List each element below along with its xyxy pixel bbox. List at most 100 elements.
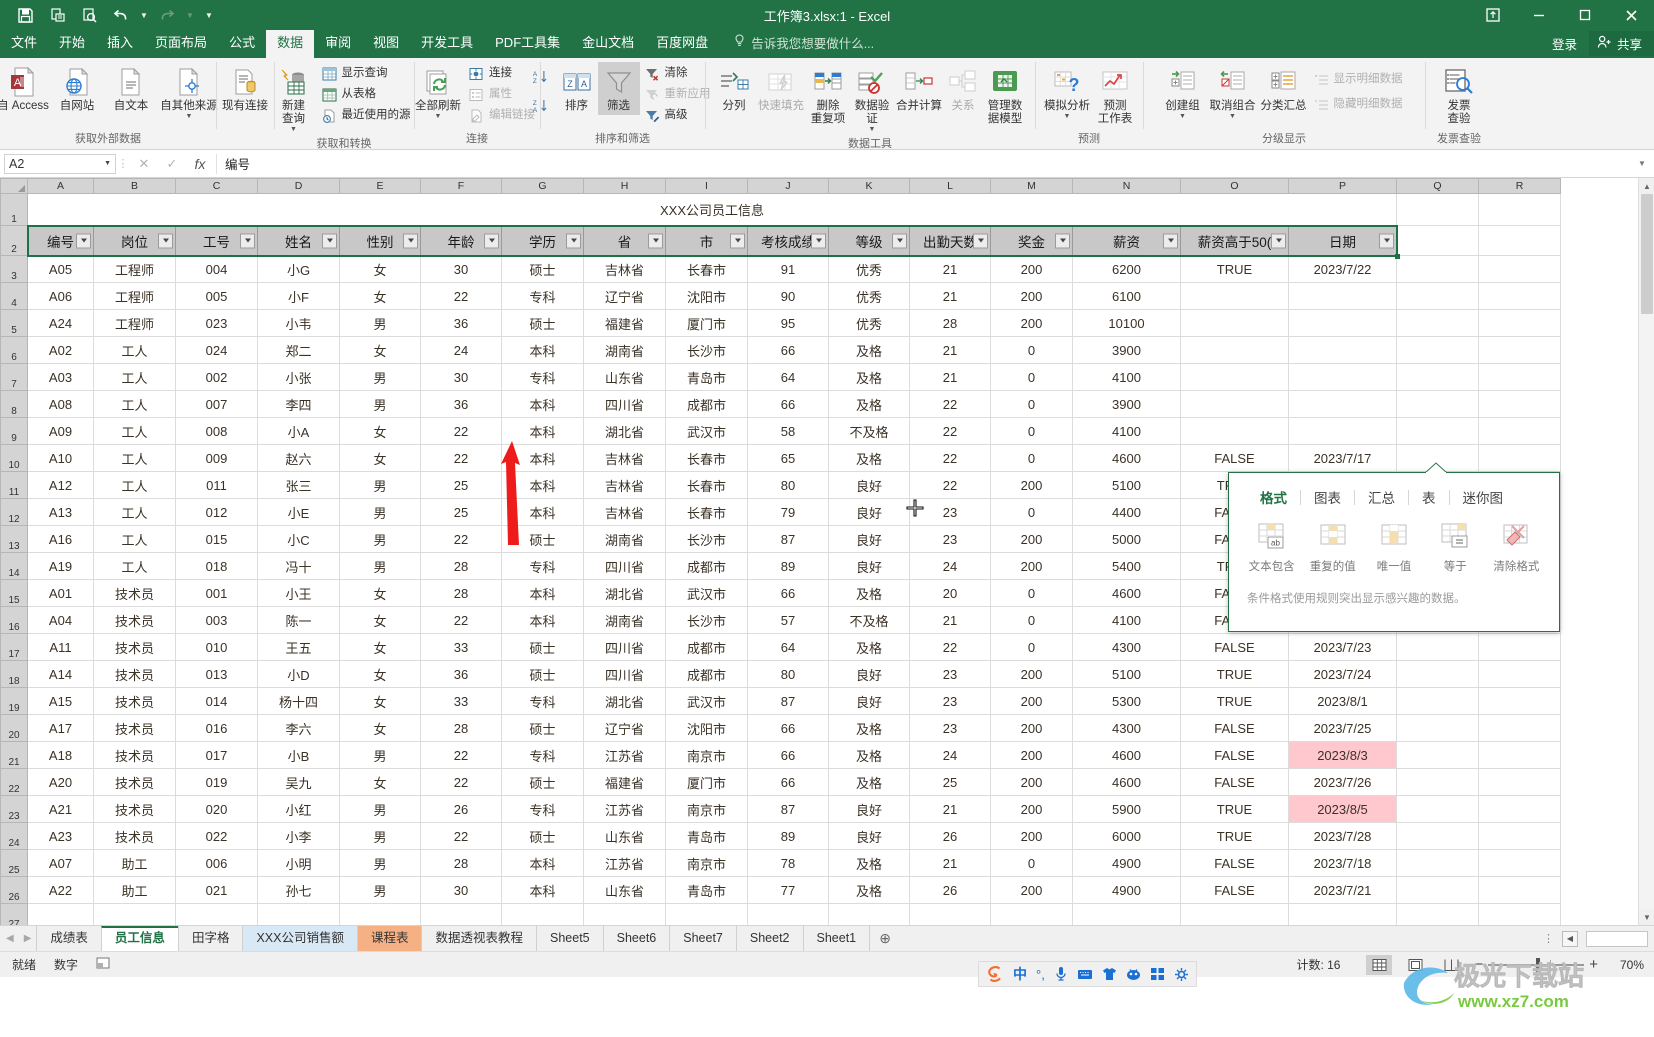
table-cell[interactable]: 优秀 [828, 309, 910, 337]
table-cell[interactable]: 工人 [93, 471, 176, 499]
table-cell[interactable]: 2023/7/21 [1288, 876, 1397, 904]
table-cell[interactable]: FALSE [1180, 444, 1289, 472]
table-cell[interactable]: 66 [747, 390, 829, 418]
table-cell[interactable]: 本科 [501, 336, 584, 364]
filter-dropdown-icon[interactable] [1055, 233, 1070, 248]
table-cell[interactable]: 湖南省 [583, 336, 666, 364]
cell-R[interactable] [1478, 741, 1561, 769]
table-cell[interactable]: 技术员 [93, 660, 176, 688]
table-cell[interactable]: 58 [747, 417, 829, 445]
empty-cell[interactable] [665, 903, 748, 925]
zoom-track[interactable] [1488, 957, 1585, 972]
table-cell[interactable]: 2023/7/28 [1288, 822, 1397, 850]
row-header-23[interactable]: 23 [0, 795, 28, 823]
column-header-M[interactable]: M [990, 178, 1073, 194]
table-header-cell[interactable]: 编号 [27, 225, 94, 256]
table-cell[interactable]: 郑二 [257, 336, 340, 364]
cell-Q2[interactable] [1396, 225, 1479, 256]
cell-R2[interactable] [1478, 225, 1561, 256]
table-cell[interactable]: A22 [27, 876, 94, 904]
table-cell[interactable]: 本科 [501, 471, 584, 499]
table-cell[interactable]: 001 [175, 579, 258, 607]
name-box[interactable]: A2 ▼ [4, 153, 116, 174]
table-cell[interactable]: 男 [339, 363, 421, 391]
filter-dropdown-icon[interactable] [811, 233, 826, 248]
column-header-F[interactable]: F [420, 178, 502, 194]
share-button[interactable]: 共享 [1588, 31, 1654, 56]
hide-detail-button[interactable]: 隐藏明细数据 [1311, 94, 1408, 115]
qa-item-equal-to[interactable]: 等于 [1425, 519, 1486, 578]
scroll-thumb[interactable] [1641, 194, 1653, 314]
table-cell[interactable]: 022 [175, 822, 258, 850]
table-cell[interactable]: 小E [257, 498, 340, 526]
table-cell[interactable]: 6000 [1072, 822, 1181, 850]
table-cell[interactable]: 24 [420, 336, 502, 364]
hscroll-left-icon[interactable]: ◀ [1562, 930, 1578, 947]
table-cell[interactable]: 长春市 [665, 444, 748, 472]
table-cell[interactable] [1288, 390, 1397, 418]
table-cell[interactable]: 0 [990, 444, 1073, 472]
table-cell[interactable]: 专科 [501, 795, 584, 823]
table-header-cell[interactable]: 市 [665, 225, 748, 256]
cell-Q[interactable] [1396, 309, 1479, 337]
table-cell[interactable]: 66 [747, 579, 829, 607]
qa-item-text-contains[interactable]: ab 文本包含 [1241, 519, 1302, 578]
table-cell[interactable] [1180, 417, 1289, 445]
column-header-J[interactable]: J [747, 178, 829, 194]
table-cell[interactable]: 0 [990, 336, 1073, 364]
table-header-cell[interactable]: 薪资高于50( [1180, 225, 1289, 256]
table-cell[interactable]: 良好 [828, 498, 910, 526]
table-cell[interactable]: 小D [257, 660, 340, 688]
settings-icon[interactable] [1174, 967, 1189, 982]
table-cell[interactable]: 及格 [828, 741, 910, 769]
table-cell[interactable]: 200 [990, 282, 1073, 310]
empty-cell[interactable] [27, 903, 94, 925]
table-cell[interactable]: A02 [27, 336, 94, 364]
empty-cell[interactable] [420, 903, 502, 925]
table-cell[interactable]: 015 [175, 525, 258, 553]
empty-cell[interactable] [1072, 903, 1181, 925]
filter-dropdown-icon[interactable] [566, 233, 581, 248]
table-cell[interactable]: 陈一 [257, 606, 340, 634]
table-cell[interactable]: 男 [339, 876, 421, 904]
add-sheet-icon[interactable]: ⊕ [870, 926, 900, 951]
table-cell[interactable]: 辽宁省 [583, 282, 666, 310]
table-cell[interactable]: 28 [909, 309, 991, 337]
table-cell[interactable]: 4100 [1072, 606, 1181, 634]
row-header-9[interactable]: 9 [0, 417, 28, 445]
from-access-button[interactable]: A 自 Access [0, 62, 50, 115]
table-cell[interactable]: 89 [747, 552, 829, 580]
table-cell[interactable]: 016 [175, 714, 258, 742]
row-header-5[interactable]: 5 [0, 309, 28, 337]
table-cell[interactable]: 66 [747, 741, 829, 769]
row-header-21[interactable]: 21 [0, 741, 28, 769]
cell-R[interactable] [1478, 714, 1561, 742]
table-cell[interactable]: 3900 [1072, 336, 1181, 364]
row-header-12[interactable]: 12 [0, 498, 28, 526]
table-cell[interactable]: 64 [747, 363, 829, 391]
table-cell[interactable]: 李四 [257, 390, 340, 418]
table-cell[interactable]: 78 [747, 849, 829, 877]
table-cell[interactable]: 200 [990, 660, 1073, 688]
table-cell[interactable]: 硕士 [501, 714, 584, 742]
table-cell[interactable]: 湖北省 [583, 687, 666, 715]
table-cell[interactable]: 200 [990, 822, 1073, 850]
quick-analysis-popup[interactable]: 格式 图表 汇总 表 迷你图 ab 文本包含 重复的值 唯一值 等于 清除格式 … [1228, 462, 1560, 632]
table-cell[interactable]: 厦门市 [665, 768, 748, 796]
close-icon[interactable] [1608, 0, 1654, 30]
table-cell[interactable]: 硕士 [501, 525, 584, 553]
table-cell[interactable]: 25 [420, 498, 502, 526]
record-macro-icon[interactable] [96, 956, 110, 973]
column-header-R[interactable]: R [1478, 178, 1561, 194]
sheet-tab[interactable]: XXX公司销售额 [242, 926, 358, 951]
table-cell[interactable]: 本科 [501, 444, 584, 472]
table-cell[interactable]: 武汉市 [665, 417, 748, 445]
table-cell[interactable] [1180, 336, 1289, 364]
cell-Q[interactable] [1396, 282, 1479, 310]
table-cell[interactable]: 及格 [828, 714, 910, 742]
page-break-view-icon[interactable] [1438, 955, 1464, 975]
table-cell[interactable]: 002 [175, 363, 258, 391]
table-cell[interactable]: 小张 [257, 363, 340, 391]
row-header-27[interactable]: 27 [0, 903, 28, 925]
table-cell[interactable]: 成都市 [665, 660, 748, 688]
